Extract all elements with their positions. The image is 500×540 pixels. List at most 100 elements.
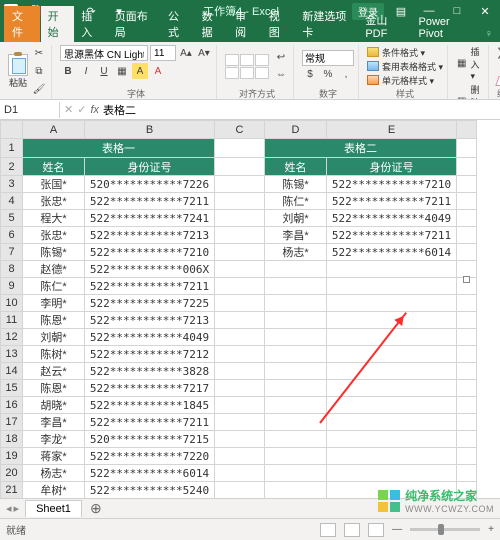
table2-name[interactable] [265,329,327,346]
table2-id[interactable] [327,295,457,312]
cell-empty[interactable] [457,193,477,210]
wrap-text-icon[interactable]: ↩ [273,50,289,66]
table2-name[interactable]: 李昌* [265,227,327,244]
col-e-header[interactable]: E [327,121,457,139]
row-header[interactable]: 12 [1,329,23,346]
table2-id[interactable]: 522***********6014 [327,244,457,261]
tab-data[interactable]: 数据 [195,6,229,42]
table2-name[interactable] [265,465,327,482]
cell-empty[interactable] [215,431,265,448]
cond-format-button[interactable]: 条件格式 ▾ [367,46,443,59]
zoom-slider[interactable] [410,528,480,531]
table1-name[interactable]: 胡晓* [23,397,85,414]
table2-name[interactable] [265,295,327,312]
cell-empty[interactable] [215,193,265,210]
tab-home[interactable]: 开始 [41,6,75,42]
row-header[interactable]: 19 [1,448,23,465]
table2-id[interactable]: 522***********7211 [327,193,457,210]
table-format-button[interactable]: 套用表格格式 ▾ [367,60,443,73]
table2-name[interactable]: 陈仁* [265,193,327,210]
table2-title[interactable]: 表格二 [265,139,457,158]
italic-button[interactable]: I [78,63,94,79]
cell-empty[interactable] [457,210,477,227]
cell-empty[interactable] [215,176,265,193]
table1-id[interactable]: 522***********7213 [85,227,215,244]
cell-empty[interactable] [215,465,265,482]
table1-id[interactable]: 522***********006X [85,261,215,278]
table1-title[interactable]: 表格一 [23,139,215,158]
table1-name[interactable]: 李昌* [23,414,85,431]
row-header[interactable]: 18 [1,431,23,448]
row-header[interactable]: 6 [1,227,23,244]
format-painter-icon[interactable]: 🖌 [31,81,47,97]
table2-h1[interactable]: 姓名 [265,158,327,176]
table2-name[interactable] [265,448,327,465]
table1-id[interactable]: 522***********7225 [85,295,215,312]
table1-id[interactable]: 522***********7211 [85,278,215,295]
table1-h1[interactable]: 姓名 [23,158,85,176]
table2-id[interactable]: 522***********4049 [327,210,457,227]
tab-layout[interactable]: 页面布局 [108,6,161,42]
name-box[interactable]: D1 [0,102,60,118]
merge-center-icon[interactable]: ⇔ [273,67,289,83]
cell-empty[interactable] [215,295,265,312]
table1-name[interactable]: 张忠* [23,227,85,244]
cell-empty[interactable] [457,158,477,176]
table1-id[interactable]: 522***********5240 [85,482,215,499]
delete-cells-button[interactable]: ▦删除 ▾ [456,83,484,100]
row-header[interactable]: 15 [1,380,23,397]
table1-id[interactable]: 520***********7226 [85,176,215,193]
sheet-nav-next-icon[interactable]: ▸ [14,502,20,515]
bold-button[interactable]: B [60,63,76,79]
table1-id[interactable]: 522***********7210 [85,244,215,261]
table1-id[interactable]: 522***********7220 [85,448,215,465]
table2-id[interactable] [327,448,457,465]
cut-icon[interactable]: ✂ [31,45,47,61]
col-f-header[interactable] [457,121,477,139]
table2-id[interactable] [327,431,457,448]
cell-empty[interactable] [215,244,265,261]
tab-pdf[interactable]: 金山PDF [358,10,411,42]
table1-h2[interactable]: 身份证号 [85,158,215,176]
border-button[interactable]: ▦ [114,63,130,79]
cell-empty[interactable] [215,482,265,499]
table2-id[interactable]: 522***********7211 [327,227,457,244]
table2-id[interactable] [327,278,457,295]
table1-name[interactable]: 陈锡* [23,244,85,261]
row-header[interactable]: 17 [1,414,23,431]
insert-cells-button[interactable]: ▦插入 ▾ [456,45,484,82]
view-layout-icon[interactable] [344,523,360,537]
table2-name[interactable] [265,414,327,431]
grow-font-icon[interactable]: A▴ [178,45,194,61]
cell-empty[interactable] [215,227,265,244]
table2-name[interactable] [265,431,327,448]
cell-empty[interactable] [457,380,477,397]
cell-empty[interactable] [457,431,477,448]
cell-empty[interactable] [457,261,477,278]
fill-color-button[interactable]: A [132,63,148,79]
cell-empty[interactable] [215,210,265,227]
table1-name[interactable]: 赵云* [23,363,85,380]
percent-icon[interactable]: % [320,67,336,83]
number-format-select[interactable] [302,50,354,66]
view-normal-icon[interactable] [320,523,336,537]
table2-name[interactable] [265,261,327,278]
cell-empty[interactable] [215,397,265,414]
cell-empty[interactable] [215,312,265,329]
table1-name[interactable]: 程大* [23,210,85,227]
table1-id[interactable]: 522***********7241 [85,210,215,227]
table1-name[interactable]: 陈仁* [23,278,85,295]
cell-empty[interactable] [215,346,265,363]
row-header[interactable]: 11 [1,312,23,329]
table2-id[interactable] [327,465,457,482]
table1-id[interactable]: 522***********7211 [85,193,215,210]
row-header[interactable]: 7 [1,244,23,261]
table1-name[interactable]: 陈树* [23,346,85,363]
tab-file[interactable]: 文件 [4,6,40,42]
fill-handle-icon[interactable] [463,276,470,283]
zoom-in-button[interactable]: + [488,524,494,535]
align-grid[interactable] [225,54,269,79]
row-header[interactable]: 8 [1,261,23,278]
table2-name[interactable] [265,380,327,397]
table1-name[interactable]: 张忠* [23,193,85,210]
